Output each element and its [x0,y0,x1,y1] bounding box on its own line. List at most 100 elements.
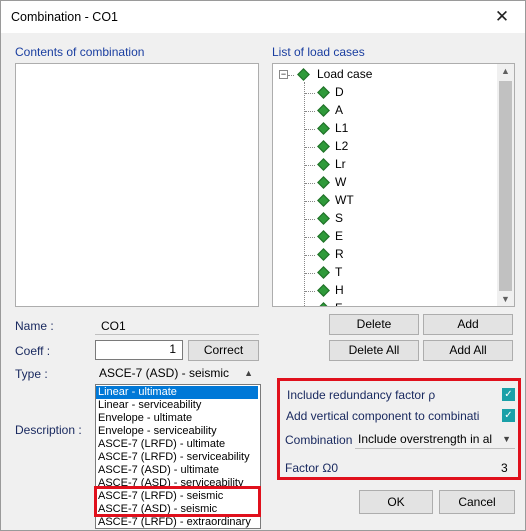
correct-button[interactable]: Correct [188,340,259,361]
tree-root-label: Load case [317,67,373,81]
factor-value[interactable]: 3 [501,461,508,475]
tree-connector [305,111,315,112]
tree-item[interactable]: T [317,264,467,282]
type-select-value: ASCE-7 (ASD) - seismic [99,366,230,380]
loadcase-icon [317,158,330,171]
loadcase-icon [317,248,330,261]
tree-connector [305,237,315,238]
scroll-down-icon[interactable]: ▼ [497,294,514,304]
tree-item[interactable]: L1 [317,120,467,138]
chevron-down-icon[interactable]: ▼ [502,429,511,448]
type-option[interactable]: ASCE-7 (LRFD) - extraordinary [96,516,258,529]
tree-item[interactable]: S [317,210,467,228]
tree-item[interactable]: Lr [317,156,467,174]
cancel-button[interactable]: Cancel [439,490,515,514]
title-bar: Combination - CO1 ✕ [1,1,525,33]
tree-item-label: E [335,229,344,243]
tree-connector [288,75,294,76]
loadcase-icon [317,122,330,135]
name-underline [95,334,259,335]
contents-list[interactable] [15,63,259,307]
tree-item-label: WT [335,193,354,207]
type-option[interactable]: Linear - ultimate [96,386,258,399]
tree-item[interactable]: R [317,246,467,264]
ok-button[interactable]: OK [359,490,433,514]
tree-item-label: S [335,211,344,225]
tree-item[interactable]: W [317,174,467,192]
delete-all-button[interactable]: Delete All [329,340,419,361]
chevron-up-icon[interactable]: ▲ [244,363,253,383]
type-option[interactable]: Envelope - ultimate [96,412,258,425]
tree-item[interactable]: E [317,228,467,246]
loadcase-icon [317,104,330,117]
loadcase-icon [317,140,330,153]
close-icon[interactable]: ✕ [479,1,525,33]
loadcase-icon [317,284,330,297]
tree-item[interactable]: H [317,282,467,300]
tree-item-label: T [335,265,343,279]
loadcase-icon [317,86,330,99]
vertical-component-label: Add vertical component to combinati [286,409,480,423]
tree-connector [305,255,315,256]
combination-select-value: Include overstrength in al [358,432,493,446]
add-button[interactable]: Add [423,314,513,335]
tree-item[interactable]: F [317,300,467,306]
type-select[interactable]: ASCE-7 (ASD) - seismic ▲ [95,363,259,383]
tree-item-label: L2 [335,139,349,153]
tree-connector [305,183,315,184]
tree-item-label: F [335,301,342,306]
loadcase-icon [317,302,330,306]
tree-item-label: Lr [335,157,346,171]
tree-connector [305,129,315,130]
type-option[interactable]: ASCE-7 (LRFD) - ultimate [96,438,258,451]
loadcase-tree[interactable]: − Load case DA L1 L2 Lr W WT SERTHF ▲ ▼ [272,63,515,307]
coeff-label: Coeff : [15,344,51,358]
combination-select[interactable]: Include overstrength in al ▼ [355,429,515,449]
tree-connector [305,291,315,292]
loadcase-icon [317,194,330,207]
tree-connector [305,201,315,202]
combination-label: Combination [285,433,353,447]
redundancy-label: Include redundancy factor ρ [287,388,436,402]
tree-connector [305,273,315,274]
coeff-input[interactable]: 1 [95,340,183,360]
window-title: Combination - CO1 [11,10,118,24]
scroll-up-icon[interactable]: ▲ [497,66,514,76]
redundancy-checkbox[interactable]: ✓ [502,388,515,401]
tree-item[interactable]: A [317,102,467,120]
tree-item[interactable]: WT [317,192,467,210]
factor-label: Factor Ω0 [285,461,338,475]
type-option[interactable]: Linear - serviceability [96,399,258,412]
tree-item[interactable]: L2 [317,138,467,156]
tree-item-label: W [335,175,347,189]
type-option[interactable]: Envelope - serviceability [96,425,258,438]
tree-item-label: L1 [335,121,349,135]
loadcase-icon [317,212,330,225]
type-option[interactable]: ASCE-7 (ASD) - ultimate [96,464,258,477]
loadcase-group-icon [297,68,310,81]
vertical-scrollbar[interactable]: ▲ ▼ [497,64,514,306]
tree-connector [305,93,315,94]
description-label: Description : [15,423,82,437]
collapse-icon[interactable]: − [279,70,288,79]
tree-item[interactable]: D [317,84,467,102]
tree-item-label: R [335,247,344,261]
add-all-button[interactable]: Add All [423,340,513,361]
loadcases-label: List of load cases [272,45,365,59]
loadcase-icon [317,266,330,279]
tree-item-label: D [335,85,344,99]
delete-button[interactable]: Delete [329,314,419,335]
contents-label: Contents of combination [15,45,145,59]
loadcase-icon [317,176,330,189]
seismic-options-highlight [94,486,261,517]
vertical-component-checkbox[interactable]: ✓ [502,409,515,422]
name-label: Name : [15,319,54,333]
name-field[interactable]: CO1 [101,319,126,333]
tree-root[interactable]: − Load case [279,66,479,84]
loadcase-icon [317,230,330,243]
tree-item-label: H [335,283,344,297]
scroll-thumb[interactable] [499,81,512,291]
type-option[interactable]: ASCE-7 (LRFD) - serviceability [96,451,258,464]
tree-connector [305,219,315,220]
type-label: Type : [15,367,48,381]
